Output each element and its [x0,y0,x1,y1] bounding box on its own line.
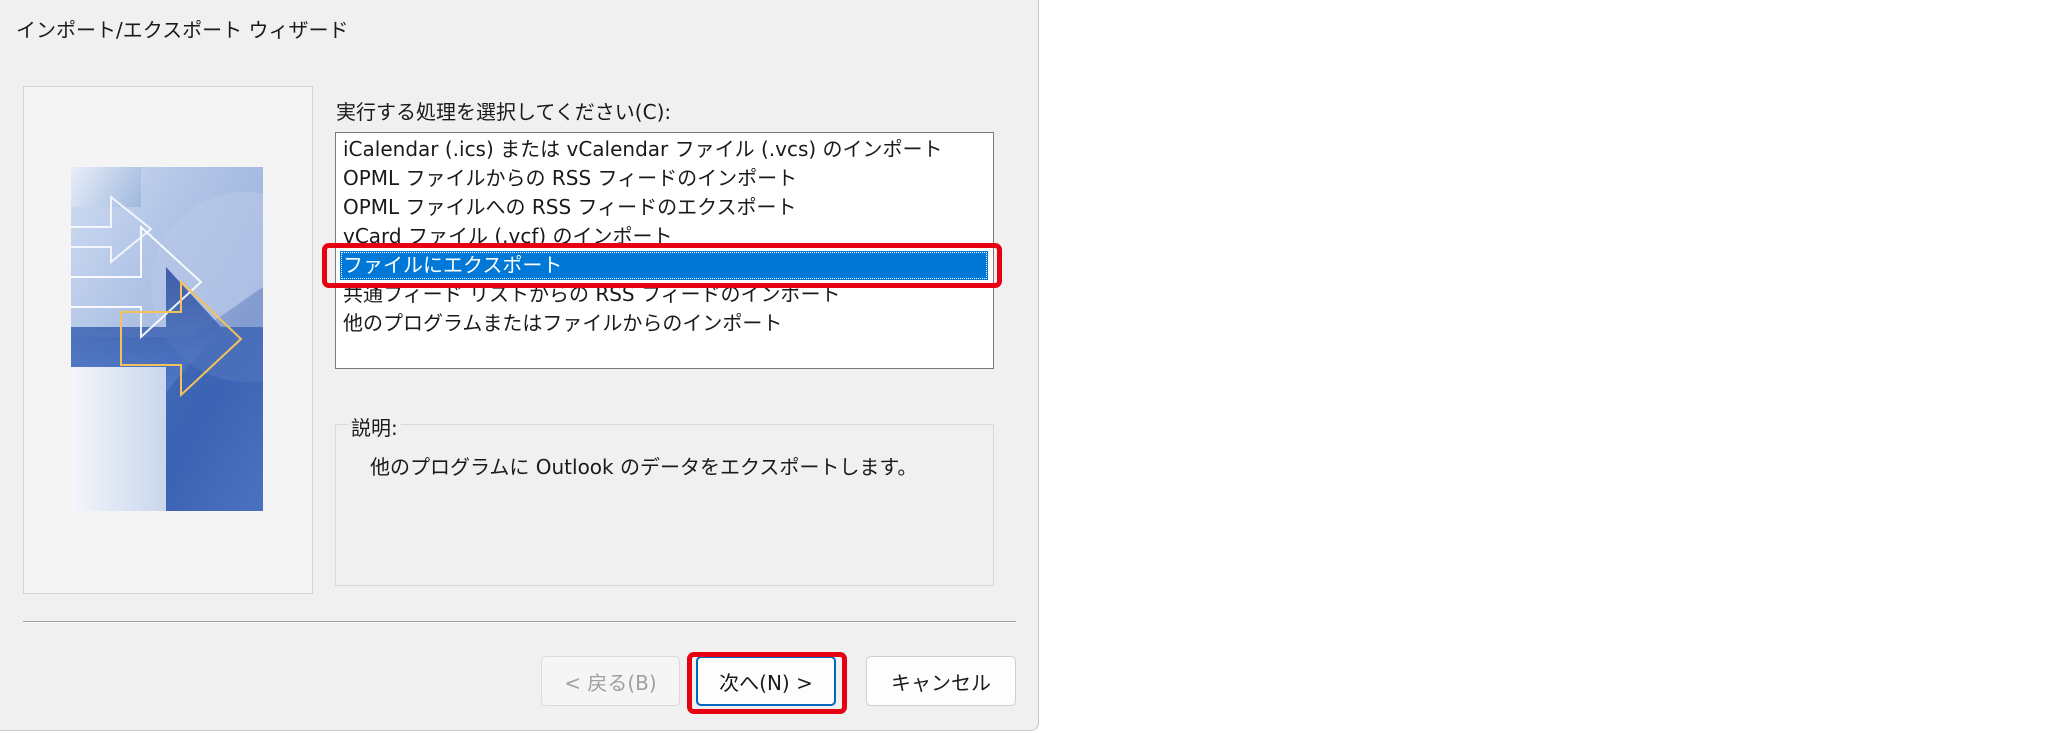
button-separator [23,621,1016,623]
description-group: 説明: 他のプログラムに Outlook のデータをエクスポートします。 [335,412,994,586]
wizard-illustration [71,167,263,511]
import-export-wizard-dialog: インポート/エクスポート ウィザード 実行する処理を選択してください(C): i… [0,0,1039,731]
action-prompt-label: 実行する処理を選択してください(C): [336,100,672,124]
action-listbox[interactable]: iCalendar (.ics) または vCalendar ファイル (.vc… [335,132,994,369]
list-item-icalendar-import[interactable]: iCalendar (.ics) または vCalendar ファイル (.vc… [340,135,988,164]
description-text: 他のプログラムに Outlook のデータをエクスポートします。 [370,455,918,479]
list-item-common-feed-rss-import[interactable]: 共通フィード リストからの RSS フィードのインポート [340,280,988,309]
cancel-button[interactable]: キャンセル [866,656,1016,706]
list-item-vcard-import[interactable]: vCard ファイル (.vcf) のインポート [340,222,988,251]
window-title: インポート/エクスポート ウィザード [16,18,349,42]
list-item-opml-rss-export[interactable]: OPML ファイルへの RSS フィードのエクスポート [340,193,988,222]
list-item-opml-rss-import[interactable]: OPML ファイルからの RSS フィードのインポート [340,164,988,193]
description-caption: 説明: [348,412,401,441]
wizard-arrow-graphic [71,167,263,511]
wizard-image-panel [23,86,313,594]
list-item-export-to-file[interactable]: ファイルにエクスポート [340,251,988,280]
next-button[interactable]: 次へ(N) > [696,656,836,706]
back-button[interactable]: < 戻る(B) [541,656,680,706]
list-item-other-program-import[interactable]: 他のプログラムまたはファイルからのインポート [340,309,988,338]
title-bar: インポート/エクスポート ウィザード [0,0,1038,58]
